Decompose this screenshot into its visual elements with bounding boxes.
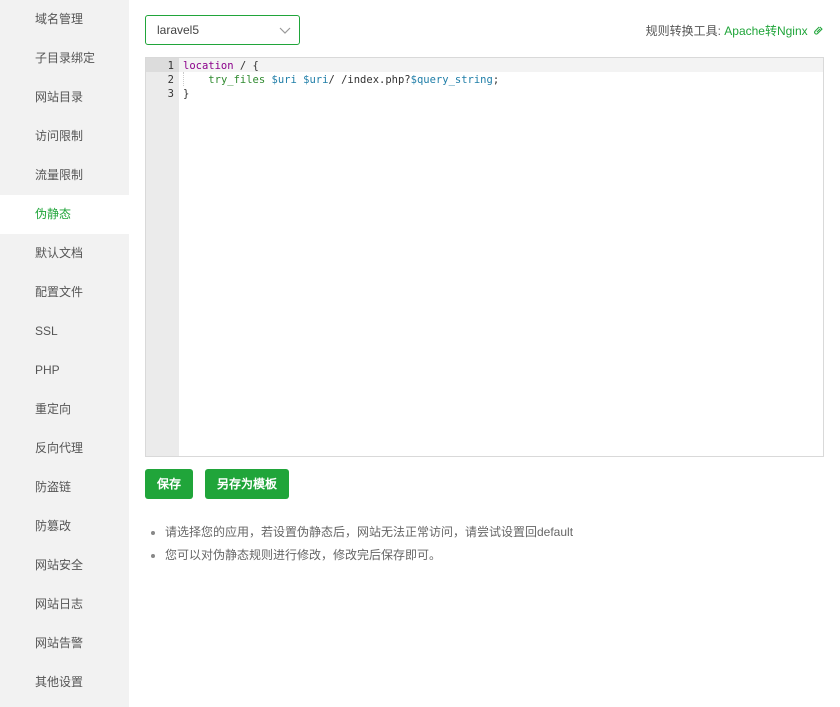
rewrite-template-select[interactable]: laravel5 — [145, 15, 300, 45]
sidebar-item-site-security[interactable]: 网站安全 — [0, 546, 129, 585]
sidebar-item-rewrite[interactable]: 伪静态 — [0, 195, 129, 234]
line-number: 3 — [167, 88, 174, 100]
bullet-icon — [151, 531, 155, 535]
sidebar-item-redirect[interactable]: 重定向 — [0, 390, 129, 429]
code-token: ; — [492, 74, 500, 86]
sidebar-item-site-directory[interactable]: 网站目录 — [0, 78, 129, 117]
line-number-gutter — [146, 58, 179, 456]
code-token: } — [183, 88, 190, 100]
code-token-kw: location — [183, 60, 234, 72]
sidebar-item-traffic-limit[interactable]: 流量限制 — [0, 156, 129, 195]
code-token-var: $uri — [303, 74, 329, 86]
code-line: try_files $uri $uri/ /index.php?$query_s… — [183, 73, 499, 87]
code-line: location / { — [183, 59, 259, 73]
help-tips: 请选择您的应用，若设置伪静态后，网站无法正常访问，请尝试设置回default 您… — [151, 522, 573, 568]
code-token: / /index.php? — [328, 74, 411, 86]
sidebar-item-access-limit[interactable]: 访问限制 — [0, 117, 129, 156]
apache-to-nginx-link[interactable]: Apache转Nginx — [724, 24, 824, 38]
tip-text: 您可以对伪静态规则进行修改，修改完后保存即可。 — [165, 548, 442, 562]
sidebar-item-reverse-proxy[interactable]: 反向代理 — [0, 429, 129, 468]
sidebar-item-php[interactable]: PHP — [0, 351, 129, 390]
link-icon — [814, 26, 823, 35]
sidebar-item-tamper-protection[interactable]: 防篡改 — [0, 507, 129, 546]
save-as-template-button[interactable]: 另存为模板 — [205, 469, 290, 499]
sidebar-item-other-settings[interactable]: 其他设置 — [0, 663, 129, 702]
code-token-var: $query_string — [410, 74, 493, 86]
sidebar-item-default-document[interactable]: 默认文档 — [0, 234, 129, 273]
rule-conversion-label: 规则转换工具: — [645, 24, 721, 38]
sidebar-item-config-file[interactable]: 配置文件 — [0, 273, 129, 312]
code-token-fn: try_files — [208, 74, 266, 86]
chevron-down-icon — [279, 27, 291, 34]
apache-to-nginx-link-text: Apache转Nginx — [724, 24, 808, 38]
rewrite-panel: laravel5 规则转换工具: Apache转Nginx 1 location … — [129, 0, 840, 707]
rule-conversion-tool: 规则转换工具: Apache转Nginx — [646, 22, 824, 39]
sidebar-item-subdir-binding[interactable]: 子目录绑定 — [0, 39, 129, 78]
code-token: / { — [233, 60, 259, 72]
code-line: } — [183, 87, 189, 101]
sidebar: 域名管理 子目录绑定 网站目录 访问限制 流量限制 伪静态 默认文档 配置文件 … — [0, 0, 129, 707]
active-line-highlight — [179, 58, 823, 72]
tip-item: 请选择您的应用，若设置伪静态后，网站无法正常访问，请尝试设置回default — [151, 522, 573, 545]
sidebar-item-hotlink-protection[interactable]: 防盗链 — [0, 468, 129, 507]
save-button[interactable]: 保存 — [145, 469, 194, 499]
sidebar-item-ssl[interactable]: SSL — [0, 312, 129, 351]
tip-text: 请选择您的应用，若设置伪静态后，网站无法正常访问，请尝试设置回default — [165, 525, 574, 539]
rewrite-code-editor[interactable]: 1 location / {2 try_files $uri $uri/ /ind… — [145, 57, 824, 457]
line-number: 1 — [167, 60, 174, 72]
tip-item: 您可以对伪静态规则进行修改，修改完后保存即可。 — [151, 545, 573, 568]
line-number: 2 — [167, 74, 174, 86]
rewrite-template-value: laravel5 — [157, 23, 200, 37]
sidebar-item-site-alerts[interactable]: 网站告警 — [0, 624, 129, 663]
sidebar-item-domain[interactable]: 域名管理 — [0, 0, 129, 39]
sidebar-item-site-logs[interactable]: 网站日志 — [0, 585, 129, 624]
bullet-icon — [151, 554, 155, 558]
code-token-var: $uri — [271, 74, 297, 86]
